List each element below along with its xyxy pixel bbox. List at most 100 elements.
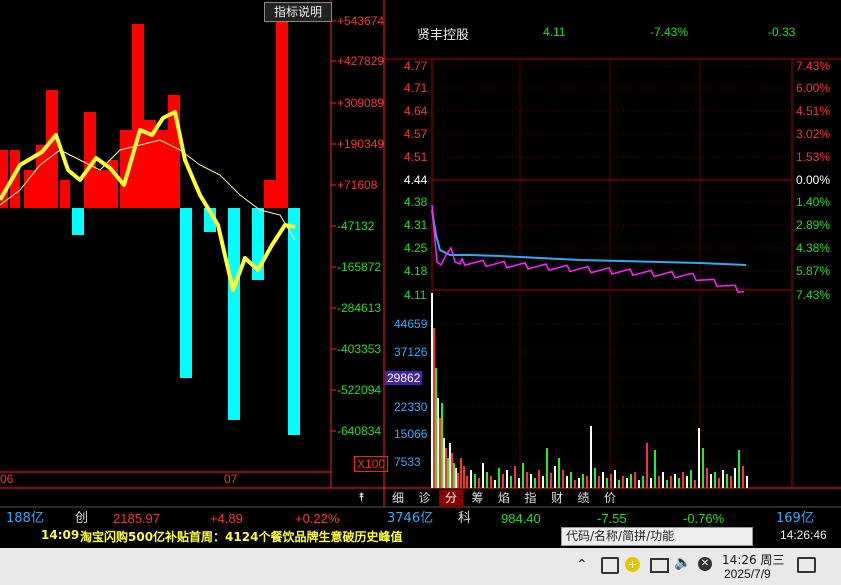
- volume-bar: [514, 466, 516, 488]
- y-axis-label: -640834: [337, 424, 382, 438]
- volume-icon[interactable]: 🔈: [674, 555, 691, 571]
- volume-bar: [522, 463, 524, 488]
- tab-6[interactable]: 财: [545, 490, 569, 507]
- volume-bar: [546, 448, 548, 488]
- volume-bar: [582, 474, 584, 488]
- capital-bar: [46, 90, 58, 208]
- pct-label: 4.51%: [796, 104, 831, 118]
- capital-bar: [228, 208, 240, 420]
- ke-value: 984.40: [501, 511, 541, 526]
- volume-bar: [610, 474, 612, 488]
- chuang-change: +4.89: [210, 511, 243, 526]
- volume-label: 7533: [394, 455, 421, 469]
- volume-bar: [746, 476, 748, 488]
- volume-bar: [558, 458, 560, 488]
- volume-bar: [702, 448, 704, 488]
- volume-bar: [726, 474, 728, 488]
- volume-bar: [710, 474, 712, 488]
- search-input[interactable]: 代码/名称/简拼/功能: [561, 527, 753, 546]
- x-label-07: 07: [224, 472, 238, 486]
- stock-name[interactable]: 贤丰控股: [417, 24, 469, 43]
- volume-bar: [714, 472, 716, 488]
- news-headline[interactable]: 淘宝闪购500亿补贴首周：4124个餐饮品牌生意破历史峰值: [80, 528, 402, 545]
- volume-label: 22330: [394, 400, 428, 414]
- pct-label: 1.53%: [796, 150, 831, 164]
- volume-bar: [453, 463, 455, 488]
- price-label: 4.64: [404, 104, 428, 118]
- pct-label: 6.00%: [796, 81, 831, 95]
- tab-1[interactable]: 诊: [413, 490, 437, 507]
- expand-arrow-icon[interactable]: ⯭: [358, 490, 365, 505]
- tab-4[interactable]: 焰: [492, 490, 516, 507]
- volume-bar: [463, 466, 465, 488]
- capital-bar: [264, 180, 276, 208]
- y-axis-label: -284613: [337, 301, 382, 315]
- chuang-pct: +0.22%: [295, 511, 340, 526]
- volume-bar: [678, 478, 680, 488]
- show-hidden-icons-icon[interactable]: ⌃: [576, 557, 588, 573]
- volume-bar: [742, 466, 744, 488]
- tab-3[interactable]: 筹: [466, 490, 490, 507]
- tab-0[interactable]: 细: [386, 490, 410, 507]
- app-tray-icon[interactable]: [601, 557, 619, 574]
- volume-bar: [466, 476, 468, 488]
- price-label: 4.77: [404, 59, 428, 73]
- chuang-value: 2185.97: [113, 511, 160, 526]
- y-axis-label: +309089: [337, 96, 385, 110]
- volume-bar: [445, 448, 447, 488]
- pct-label: 4.38%: [796, 241, 831, 255]
- capital-bar: [288, 208, 300, 435]
- tab-5[interactable]: 指: [519, 490, 543, 507]
- tab-8[interactable]: 价: [598, 490, 622, 507]
- tab-7[interactable]: 绩: [572, 490, 596, 507]
- network-icon[interactable]: [650, 558, 669, 573]
- price-label: 4.38: [404, 195, 428, 209]
- capital-bar: [72, 208, 84, 235]
- volume-bar: [447, 458, 449, 488]
- mid-amount: 3746亿: [387, 511, 434, 526]
- indicator-help-button[interactable]: 指标说明: [264, 2, 332, 22]
- clock-display: 14:26:46: [780, 528, 827, 542]
- volume-bar: [542, 476, 544, 488]
- y-axis-label: -522094: [337, 383, 382, 397]
- volume-bar: [441, 403, 443, 488]
- y-axis-label: -47132: [337, 219, 375, 233]
- ke-pct: -0.76%: [683, 511, 725, 526]
- pct-label: 1.40%: [796, 195, 831, 209]
- volume-bar: [437, 398, 439, 488]
- capital-bar: [156, 130, 168, 208]
- y-axis-label: +190349: [337, 137, 385, 151]
- y-axis-label: -403353: [337, 342, 382, 356]
- stock-change-pct: -7.43%: [650, 25, 689, 39]
- volume-bar: [694, 480, 696, 488]
- volume-label: 29862: [385, 371, 423, 385]
- volume-bar: [738, 450, 740, 488]
- volume-label: 44659: [394, 317, 428, 331]
- chuang-label: 创: [75, 511, 89, 526]
- capital-bar: [96, 170, 110, 208]
- taskbar-time[interactable]: 14:26 周三: [722, 551, 784, 568]
- ke-label: 科: [458, 511, 472, 526]
- volume-bar: [554, 466, 556, 488]
- volume-bar: [526, 472, 528, 488]
- volume-bar: [530, 474, 532, 488]
- volume-bar: [578, 478, 580, 488]
- volume-bar: [443, 438, 445, 488]
- pct-label: 7.43%: [796, 288, 831, 302]
- price-label: 4.25: [404, 241, 428, 255]
- volume-bar: [474, 474, 476, 488]
- close-circle-icon[interactable]: ✕: [698, 557, 712, 571]
- volume-bar: [690, 470, 692, 488]
- volume-bar: [598, 476, 600, 488]
- capital-bar: [60, 180, 70, 208]
- notification-icon[interactable]: [797, 557, 816, 573]
- y-axis-label: +543674: [337, 14, 385, 28]
- price-label: 4.57: [404, 127, 428, 141]
- coin-tray-icon[interactable]: +: [625, 557, 640, 572]
- tab-2[interactable]: 分: [439, 490, 463, 507]
- volume-bar: [606, 478, 608, 488]
- volume-bar: [622, 476, 624, 488]
- volume-bar: [498, 468, 500, 488]
- taskbar-date[interactable]: 2025/7/9: [724, 567, 771, 581]
- volume-bar: [686, 476, 688, 488]
